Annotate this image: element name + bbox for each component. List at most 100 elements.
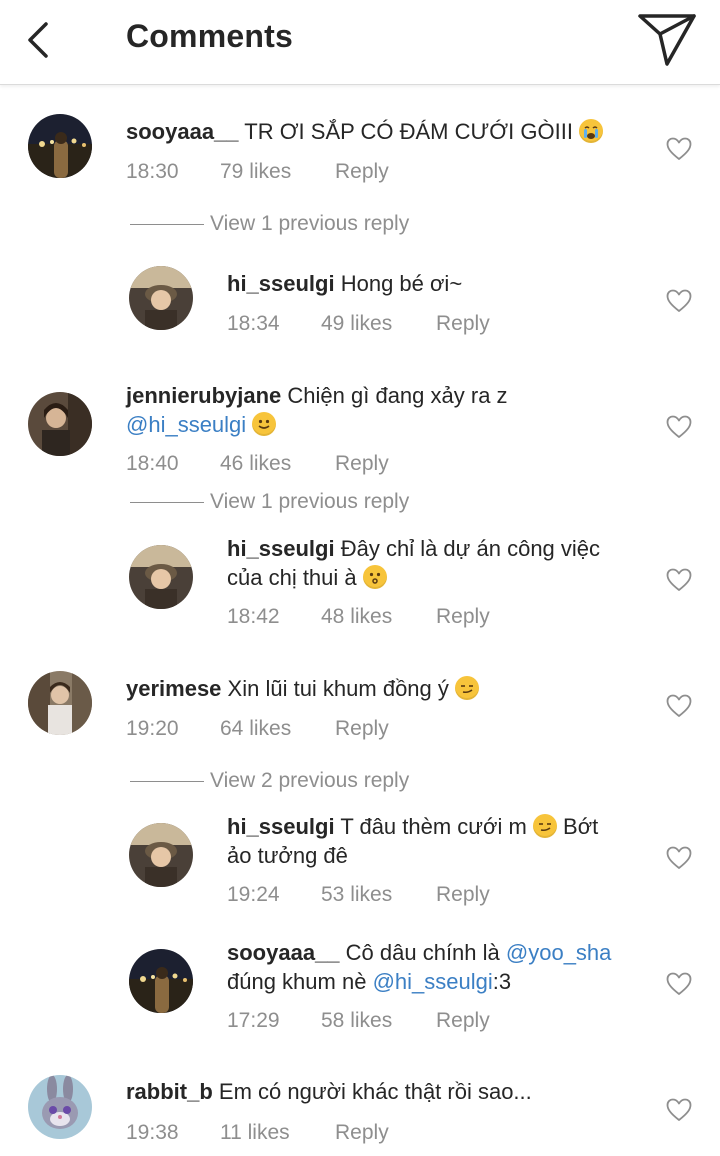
avatar[interactable] (28, 1075, 92, 1139)
view-previous-replies[interactable]: View 1 previous reply (130, 490, 409, 514)
heart-icon (666, 1098, 692, 1121)
comment-time: 19:38 (126, 1121, 179, 1144)
comment-likes[interactable]: 48 likes (321, 605, 392, 629)
comment-likes[interactable]: 53 likes (321, 883, 392, 907)
comment-text: jennierubyjane Chiện gì đang xảy ra z @h… (126, 381, 616, 439)
comment-likes[interactable]: 46 likes (220, 452, 291, 476)
heart-icon (666, 415, 692, 438)
slight-smile-emoji (252, 412, 277, 436)
heart-icon (666, 694, 692, 717)
reply-button[interactable]: Reply (335, 452, 389, 476)
reply-button[interactable]: Reply (436, 605, 490, 629)
back-button[interactable] (20, 18, 60, 62)
avatar[interactable] (28, 671, 92, 735)
divider-line (130, 780, 204, 782)
like-button[interactable] (666, 568, 692, 592)
avatar[interactable] (129, 949, 193, 1013)
view-previous-label: View 2 previous reply (210, 769, 410, 792)
comment-body: Xin lũi tui khum đồng ý (227, 676, 449, 701)
mention-link[interactable]: @hi_sseulgi (373, 969, 493, 994)
mention-link[interactable]: @hi_sseulgi (126, 412, 246, 437)
comment-body: Em có người khác thật rồi sao... (218, 1079, 532, 1104)
comment-time: 18:34 (227, 312, 280, 335)
comment-username[interactable]: yerimese (126, 676, 221, 701)
comment-body-line2: đúng khum nè (227, 969, 367, 994)
reply-button[interactable]: Reply (335, 717, 389, 741)
comment-username[interactable]: hi_sseulgi (227, 536, 335, 561)
comment-body: Chiện gì đang xảy ra z (287, 383, 508, 408)
comment-body-cont: Bớt (563, 814, 599, 839)
header-bar: Comments (0, 0, 720, 85)
divider-line (130, 223, 204, 225)
comment-body-end: :3 (492, 969, 512, 994)
reply-button[interactable]: Reply (436, 1009, 490, 1033)
comment-body: TR ƠI SẮP CÓ ĐÁM CƯỚI GÒIII (244, 119, 573, 144)
avatar[interactable] (129, 823, 193, 887)
comment-time: 17:29 (227, 1009, 280, 1032)
comment-text: hi_sseulgi Hong bé ơi~ (227, 269, 717, 298)
like-button[interactable] (666, 1098, 692, 1122)
comment-text: sooyaaa__ Cô dâu chính là @yoo_sha đúng … (227, 938, 717, 996)
like-button[interactable] (666, 972, 692, 996)
view-previous-label: View 1 previous reply (210, 212, 410, 235)
like-button[interactable] (666, 415, 692, 439)
crying-face-emoji (579, 119, 604, 143)
divider-line (130, 501, 204, 503)
heart-icon (666, 137, 692, 160)
comment-time: 19:20 (126, 717, 179, 740)
comment-likes[interactable]: 11 likes (220, 1121, 290, 1145)
comment-likes[interactable]: 79 likes (220, 160, 291, 184)
like-button[interactable] (666, 846, 692, 870)
smirking-face-emoji (455, 676, 480, 700)
reply-button[interactable]: Reply (335, 160, 389, 184)
comment-time: 18:42 (227, 605, 280, 628)
comment-username[interactable]: jennierubyjane (126, 383, 281, 408)
comment-body: Đây chỉ là dự án công việc (340, 536, 601, 561)
paper-plane-icon (638, 14, 696, 66)
heart-icon (666, 568, 692, 591)
back-arrow-icon (28, 22, 48, 58)
like-button[interactable] (666, 694, 692, 718)
heart-icon (666, 972, 692, 995)
reply-button[interactable]: Reply (436, 312, 490, 336)
comment-body: T đâu thèm cưới m (340, 814, 527, 839)
heart-icon (666, 289, 692, 312)
comment-likes[interactable]: 58 likes (321, 1009, 392, 1033)
heart-icon (666, 846, 692, 869)
comment-body-line2: của chị thui à (227, 565, 357, 590)
comment-time: 18:40 (126, 452, 179, 475)
comment-username[interactable]: hi_sseulgi (227, 271, 335, 296)
avatar[interactable] (28, 392, 92, 456)
comment-username[interactable]: sooyaaa__ (126, 119, 239, 144)
comment-time: 19:24 (227, 883, 280, 906)
avatar[interactable] (28, 114, 92, 178)
comment-text: sooyaaa__ TR ƠI SẮP CÓ ĐÁM CƯỚI GÒIII (126, 117, 616, 146)
view-previous-replies[interactable]: View 2 previous reply (130, 769, 409, 793)
comment-body: Hong bé ơi~ (340, 271, 463, 296)
comment-body: Cô dâu chính là (345, 940, 500, 965)
reply-button[interactable]: Reply (436, 883, 490, 907)
avatar[interactable] (129, 266, 193, 330)
comment-username[interactable]: sooyaaa__ (227, 940, 340, 965)
comment-time: 18:30 (126, 160, 179, 183)
comment-likes[interactable]: 49 likes (321, 312, 392, 336)
comment-likes[interactable]: 64 likes (220, 717, 291, 741)
view-previous-label: View 1 previous reply (210, 490, 410, 513)
comment-text: hi_sseulgi T đâu thèm cưới m Bớt ảo tưởn… (227, 812, 717, 870)
kissing-face-emoji (362, 565, 387, 589)
direct-share-button[interactable] (636, 10, 698, 68)
comment-body-line2: ảo tưởng đê (227, 843, 348, 868)
comment-text: hi_sseulgi Đây chỉ là dự án công việc củ… (227, 534, 717, 592)
avatar[interactable] (129, 545, 193, 609)
like-button[interactable] (666, 137, 692, 161)
comment-text: yerimese Xin lũi tui khum đồng ý (126, 674, 616, 703)
mention-link[interactable]: @yoo_sha (506, 940, 612, 965)
reply-button[interactable]: Reply (335, 1121, 389, 1145)
comment-text: rabbit_b Em có người khác thật rồi sao..… (126, 1077, 616, 1106)
smirking-face-emoji (532, 814, 557, 838)
like-button[interactable] (666, 289, 692, 313)
page-title: Comments (126, 18, 293, 54)
comment-username[interactable]: hi_sseulgi (227, 814, 335, 839)
comment-username[interactable]: rabbit_b (126, 1079, 213, 1104)
view-previous-replies[interactable]: View 1 previous reply (130, 212, 409, 236)
